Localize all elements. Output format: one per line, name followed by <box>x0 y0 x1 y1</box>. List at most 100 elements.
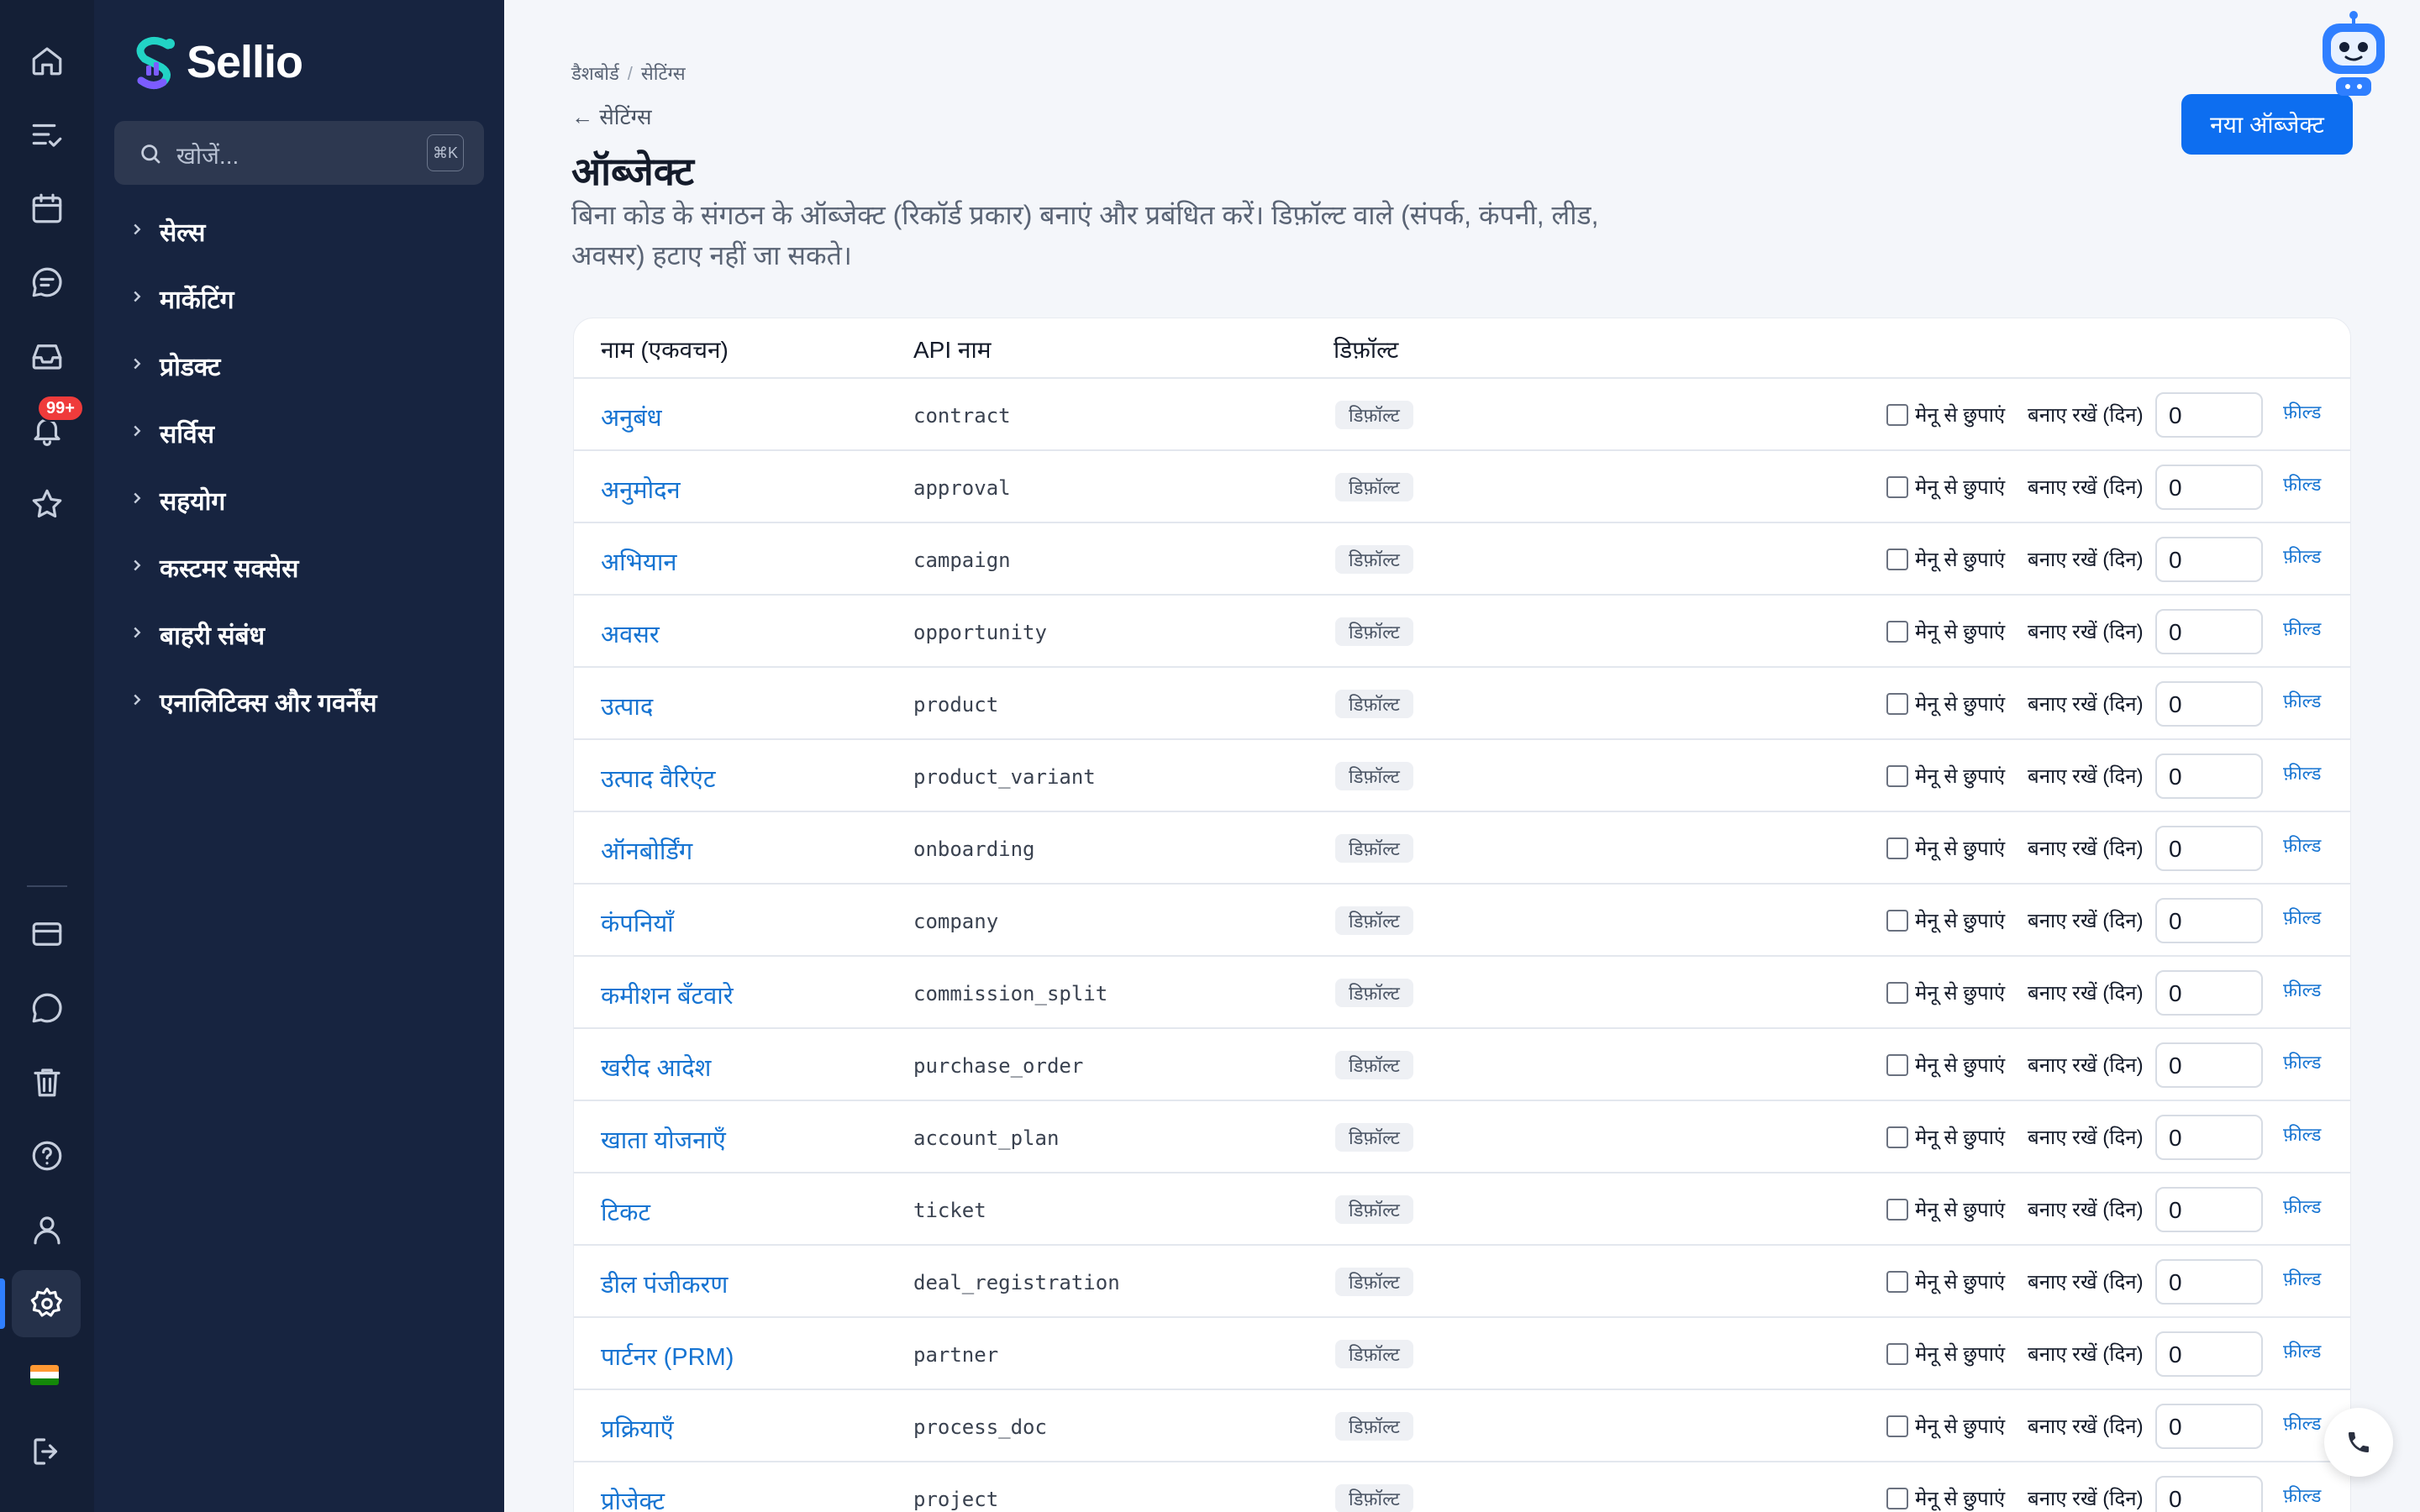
fields-link[interactable]: फ़ील्ड <box>2283 1194 2321 1219</box>
fields-link[interactable]: फ़ील्ड <box>2283 1410 2321 1436</box>
card-icon[interactable] <box>0 897 94 971</box>
sidebar-item-sales[interactable]: सेल्स <box>128 206 205 256</box>
hide-from-menu-checkbox[interactable] <box>1886 1126 1908 1148</box>
sidebar-item-service[interactable]: सर्विस <box>128 407 214 458</box>
search-input[interactable]: खोजें... ⌘K <box>114 121 484 185</box>
home-icon[interactable] <box>0 24 94 97</box>
table-row: कंपनियाँ company डिफ़ॉल्ट मेनू से छुपाएं बना… <box>574 885 2350 957</box>
sidebar-item-analytics[interactable]: एनालिटिक्स और गवर्नेंस <box>128 676 377 727</box>
retain-days-input[interactable]: 0 <box>2155 609 2263 654</box>
fields-link[interactable]: फ़ील्ड <box>2283 471 2321 496</box>
hide-from-menu-checkbox[interactable] <box>1886 1199 1908 1221</box>
hide-from-menu-checkbox[interactable] <box>1886 910 1908 932</box>
message-icon[interactable] <box>0 971 94 1045</box>
sidebar-item-collaboration[interactable]: सहयोग <box>128 475 225 525</box>
api-name: ticket <box>913 1199 986 1222</box>
object-name-link[interactable]: डील पंजीकरण <box>601 1268 728 1300</box>
flag-icon[interactable] <box>30 1365 59 1385</box>
sidebar-item-external-relations[interactable]: बाहरी संबंध <box>128 609 265 659</box>
fields-link[interactable]: फ़ील्ड <box>2283 543 2321 569</box>
fields-link[interactable]: फ़ील्ड <box>2283 1338 2321 1363</box>
retain-days-input[interactable]: 0 <box>2155 1259 2263 1305</box>
fields-link[interactable]: फ़ील्ड <box>2283 1121 2321 1147</box>
object-name-link[interactable]: अनुबंध <box>601 401 662 433</box>
sidebar-item-customer-success[interactable]: कस्टमर सक्सेस <box>128 542 298 592</box>
sidebar-item-product[interactable]: प्रोडक्ट <box>128 340 220 391</box>
sidebar-item-marketing[interactable]: मार्केटिंग <box>128 273 234 323</box>
fields-link[interactable]: फ़ील्ड <box>2283 832 2321 858</box>
phone-button[interactable] <box>2324 1408 2393 1477</box>
hide-from-menu-checkbox[interactable] <box>1886 1271 1908 1293</box>
hide-from-menu-checkbox[interactable] <box>1886 549 1908 570</box>
hide-from-menu-checkbox[interactable] <box>1886 837 1908 859</box>
hide-from-menu-checkbox[interactable] <box>1886 765 1908 787</box>
retain-days-input[interactable]: 0 <box>2155 1331 2263 1377</box>
fields-link[interactable]: फ़ील्ड <box>2283 1266 2321 1291</box>
back-link[interactable]: ← सेटिंग्स <box>571 101 652 131</box>
trash-icon[interactable] <box>0 1045 94 1119</box>
object-name-link[interactable]: उत्पाद वैरिएंट <box>601 762 715 795</box>
hide-from-menu-checkbox[interactable] <box>1886 1415 1908 1437</box>
retain-days-input[interactable]: 0 <box>2155 392 2263 438</box>
hide-from-menu-checkbox[interactable] <box>1886 476 1908 498</box>
retain-days-input[interactable]: 0 <box>2155 1187 2263 1232</box>
hide-from-menu-checkbox[interactable] <box>1886 1343 1908 1365</box>
retain-days-input[interactable]: 0 <box>2155 753 2263 799</box>
object-name-link[interactable]: प्रक्रियाएँ <box>601 1412 674 1445</box>
logout-icon[interactable] <box>0 1415 94 1488</box>
tasks-icon[interactable] <box>0 97 94 171</box>
settings-icon[interactable] <box>0 1267 94 1341</box>
retain-days-label: बनाए रखें (दिन) <box>2028 1054 2144 1077</box>
fields-link[interactable]: फ़ील्ड <box>2283 688 2321 713</box>
inbox-icon[interactable] <box>0 319 94 393</box>
chat-icon[interactable] <box>0 245 94 319</box>
hide-from-menu-checkbox[interactable] <box>1886 982 1908 1004</box>
retain-days-input[interactable]: 0 <box>2155 1476 2263 1512</box>
calendar-icon[interactable] <box>0 171 94 245</box>
star-icon[interactable] <box>0 467 94 541</box>
new-object-button[interactable]: नया ऑब्जेक्ट <box>2181 94 2353 155</box>
assistant-bot-icon[interactable] <box>2317 10 2390 99</box>
object-name-link[interactable]: अभियान <box>601 545 676 578</box>
logo[interactable]: Sellio <box>129 32 303 92</box>
default-badge: डिफ़ॉल्ट <box>1335 545 1413 574</box>
user-icon[interactable] <box>0 1193 94 1267</box>
retain-days-input[interactable]: 0 <box>2155 1115 2263 1160</box>
breadcrumb-dashboard[interactable]: डैशबोर्ड <box>571 63 619 84</box>
retain-days-input[interactable]: 0 <box>2155 826 2263 871</box>
object-name-link[interactable]: प्रोजेक्ट <box>601 1484 665 1512</box>
breadcrumb-settings[interactable]: सेटिंग्स <box>641 63 686 84</box>
object-name-link[interactable]: उत्पाद <box>601 690 653 722</box>
retain-days-input[interactable]: 0 <box>2155 1404 2263 1449</box>
object-name-link[interactable]: कमीशन बँटवारे <box>601 979 734 1011</box>
hide-from-menu-checkbox[interactable] <box>1886 693 1908 715</box>
hide-from-menu-checkbox[interactable] <box>1886 621 1908 643</box>
retain-days-input[interactable]: 0 <box>2155 1042 2263 1088</box>
object-name-link[interactable]: अनुमोदन <box>601 473 681 506</box>
fields-link[interactable]: फ़ील्ड <box>2283 760 2321 785</box>
object-name-link[interactable]: अवसर <box>601 617 660 650</box>
object-name-link[interactable]: ऑनबोर्डिंग <box>601 834 692 867</box>
retain-days-input[interactable]: 0 <box>2155 465 2263 510</box>
help-icon[interactable] <box>0 1119 94 1193</box>
retain-days-input[interactable]: 0 <box>2155 898 2263 943</box>
fields-link[interactable]: फ़ील्ड <box>2283 1483 2321 1508</box>
hide-from-menu-checkbox[interactable] <box>1886 1054 1908 1076</box>
fields-link[interactable]: फ़ील्ड <box>2283 977 2321 1002</box>
retain-days-input[interactable]: 0 <box>2155 537 2263 582</box>
fields-link[interactable]: फ़ील्ड <box>2283 616 2321 641</box>
fields-link[interactable]: फ़ील्ड <box>2283 399 2321 424</box>
chevron-right-icon <box>128 622 150 648</box>
object-name-link[interactable]: टिकट <box>601 1195 650 1228</box>
object-name-link[interactable]: खाता योजनाएँ <box>601 1123 726 1156</box>
hide-from-menu-checkbox[interactable] <box>1886 1488 1908 1509</box>
retain-days-input[interactable]: 0 <box>2155 970 2263 1016</box>
fields-link[interactable]: फ़ील्ड <box>2283 1049 2321 1074</box>
hide-from-menu-checkbox[interactable] <box>1886 404 1908 426</box>
object-name-link[interactable]: कंपनियाँ <box>601 906 674 939</box>
api-name: project <box>913 1488 999 1511</box>
object-name-link[interactable]: पार्टनर (PRM) <box>601 1340 734 1373</box>
object-name-link[interactable]: खरीद आदेश <box>601 1051 711 1084</box>
fields-link[interactable]: फ़ील्ड <box>2283 905 2321 930</box>
retain-days-input[interactable]: 0 <box>2155 681 2263 727</box>
